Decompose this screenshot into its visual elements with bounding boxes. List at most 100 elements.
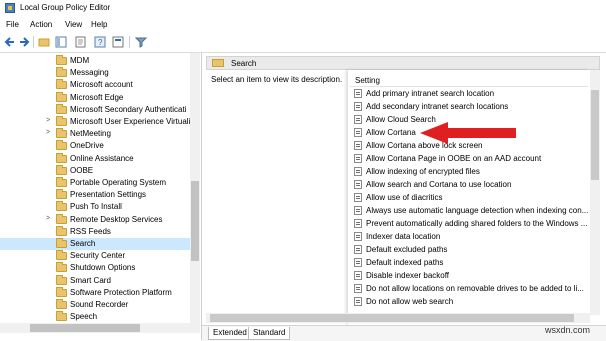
tree-item-label: Presentation Settings xyxy=(70,190,147,200)
tree-item[interactable]: MDM xyxy=(0,55,190,67)
tree-item[interactable]: Presentation Settings xyxy=(0,189,190,201)
tree-item-label: RSS Feeds xyxy=(70,226,111,236)
settings-horizontal-scrollbar[interactable] xyxy=(206,313,590,323)
tree-item[interactable]: Messaging xyxy=(0,67,190,79)
policy-setting-icon xyxy=(354,89,362,98)
menu-help[interactable]: Help xyxy=(91,20,107,29)
setting-row[interactable]: Always use automatic language detection … xyxy=(354,205,590,217)
tree-item-label: Smart Card xyxy=(70,275,111,285)
tree-item-label: Security Center xyxy=(70,251,126,261)
folder-icon xyxy=(56,225,67,236)
setting-label: Allow search and Cortana to use location xyxy=(366,180,512,189)
tree-item[interactable]: Microsoft Edge xyxy=(0,91,190,104)
tree-item[interactable]: OOBE xyxy=(0,164,190,177)
tree-item-label: Remote Desktop Services xyxy=(70,214,163,224)
expand-chevron-icon[interactable]: > xyxy=(46,215,50,222)
menu-action[interactable]: Action xyxy=(30,20,52,29)
tree-item[interactable]: RSS Feeds xyxy=(0,225,190,238)
scrollbar-thumb[interactable] xyxy=(210,314,574,322)
scrollbar-thumb[interactable] xyxy=(591,90,599,180)
folder-icon xyxy=(56,67,67,78)
details-header-title: Search xyxy=(231,59,257,68)
export-icon[interactable] xyxy=(75,36,87,48)
tree-item[interactable]: Online Assistance xyxy=(0,152,190,165)
properties-icon[interactable] xyxy=(112,36,124,48)
column-header-setting[interactable]: Setting xyxy=(355,76,380,85)
tree-item[interactable]: Search xyxy=(0,238,190,250)
expand-chevron-icon[interactable]: > xyxy=(46,129,50,136)
folder-icon xyxy=(56,201,67,212)
setting-row[interactable]: Allow indexing of encrypted files xyxy=(354,166,590,178)
tree-item[interactable]: > Microsoft User Experience Virtuali xyxy=(0,116,190,128)
tree-item[interactable]: Portable Operating System xyxy=(0,177,190,189)
expand-chevron-icon[interactable]: > xyxy=(46,117,50,124)
tree-item[interactable]: OneDrive xyxy=(0,140,190,152)
tree-item-label: Messaging xyxy=(70,68,109,78)
policy-setting-icon xyxy=(354,232,362,241)
tree-item[interactable]: Sound Recorder xyxy=(0,299,190,311)
tree-item[interactable]: Push To Install xyxy=(0,201,190,213)
policy-setting-icon xyxy=(354,219,362,228)
menu-view[interactable]: View xyxy=(65,20,82,29)
scrollbar-thumb[interactable] xyxy=(30,324,140,332)
tree-item[interactable]: Shutdown Options xyxy=(0,262,190,274)
folder-icon xyxy=(56,103,67,114)
tree-item[interactable]: Smart Card xyxy=(0,274,190,287)
show-hide-tree-icon[interactable] xyxy=(55,36,67,48)
folder-icon xyxy=(56,250,67,261)
setting-label: Prevent automatically adding shared fold… xyxy=(366,219,588,228)
folder-icon xyxy=(56,55,67,65)
setting-row[interactable]: Prevent automatically adding shared fold… xyxy=(354,218,590,230)
tree-item[interactable]: > NetMeeting xyxy=(0,128,190,140)
policy-setting-icon xyxy=(354,271,362,280)
tree-item-label: Portable Operating System xyxy=(70,178,167,187)
scrollbar-thumb[interactable] xyxy=(191,181,199,261)
filter-icon[interactable] xyxy=(135,36,147,48)
back-icon[interactable] xyxy=(4,36,16,48)
setting-label: Allow use of diacritics xyxy=(366,193,443,202)
setting-row[interactable]: Add secondary intranet search locations xyxy=(354,101,590,113)
setting-row[interactable]: Indexer data location xyxy=(354,231,590,243)
setting-row[interactable]: Allow search and Cortana to use location xyxy=(354,179,590,191)
setting-row[interactable]: Default excluded paths xyxy=(354,244,590,256)
setting-row[interactable]: Add primary intranet search location xyxy=(354,88,590,100)
menu-file[interactable]: File xyxy=(6,20,19,29)
window-title: Local Group Policy Editor xyxy=(20,3,111,12)
policy-setting-icon xyxy=(354,180,362,189)
setting-label: Do not allow locations on removable driv… xyxy=(366,284,584,293)
setting-row[interactable]: Default indexed paths xyxy=(354,257,590,269)
setting-row[interactable]: Allow use of diacritics xyxy=(354,192,590,204)
tree-item[interactable]: Security Center xyxy=(0,250,190,262)
setting-row[interactable]: Do not allow locations on removable driv… xyxy=(354,283,590,295)
tree-item-label: OOBE xyxy=(70,165,94,175)
policy-setting-icon xyxy=(354,102,362,111)
tree-item-label: Sound Recorder xyxy=(70,300,129,309)
policy-setting-icon xyxy=(354,284,362,293)
setting-label: Allow Cortana xyxy=(366,128,416,137)
setting-row[interactable]: Do not allow web search xyxy=(354,296,590,308)
tree-item-label: Search xyxy=(70,239,96,248)
tree-item[interactable]: > Remote Desktop Services xyxy=(0,213,190,226)
tree-item[interactable]: Microsoft Secondary Authenticati xyxy=(0,103,190,116)
setting-label: Always use automatic language detection … xyxy=(366,206,589,215)
policy-tree: MDM Messaging Microsoft account Microsoft E… xyxy=(0,53,202,340)
up-folder-icon[interactable] xyxy=(38,36,50,48)
forward-icon[interactable] xyxy=(18,36,30,48)
tab-standard[interactable]: Standard xyxy=(248,327,291,340)
tree-item[interactable]: Speech xyxy=(0,311,190,323)
setting-row[interactable]: Disable indexer backoff xyxy=(354,270,590,282)
tree-vertical-scrollbar[interactable] xyxy=(190,53,200,323)
policy-setting-icon xyxy=(354,193,362,202)
column-divider xyxy=(350,86,588,87)
tree-item[interactable]: Software Protection Platform xyxy=(0,286,190,299)
tree-horizontal-scrollbar[interactable] xyxy=(0,323,200,333)
setting-label: Allow indexing of encrypted files xyxy=(366,167,480,176)
policy-setting-icon xyxy=(354,206,362,215)
setting-row[interactable]: Allow Cortana Page in OOBE on an AAD acc… xyxy=(354,153,590,165)
help-icon[interactable]: ? xyxy=(94,36,106,48)
tab-extended[interactable]: Extended xyxy=(208,327,252,340)
folder-icon xyxy=(56,274,67,285)
tree-item-label: Microsoft account xyxy=(70,80,133,90)
settings-vertical-scrollbar[interactable] xyxy=(590,70,600,315)
tree-item[interactable]: Microsoft account xyxy=(0,79,190,91)
